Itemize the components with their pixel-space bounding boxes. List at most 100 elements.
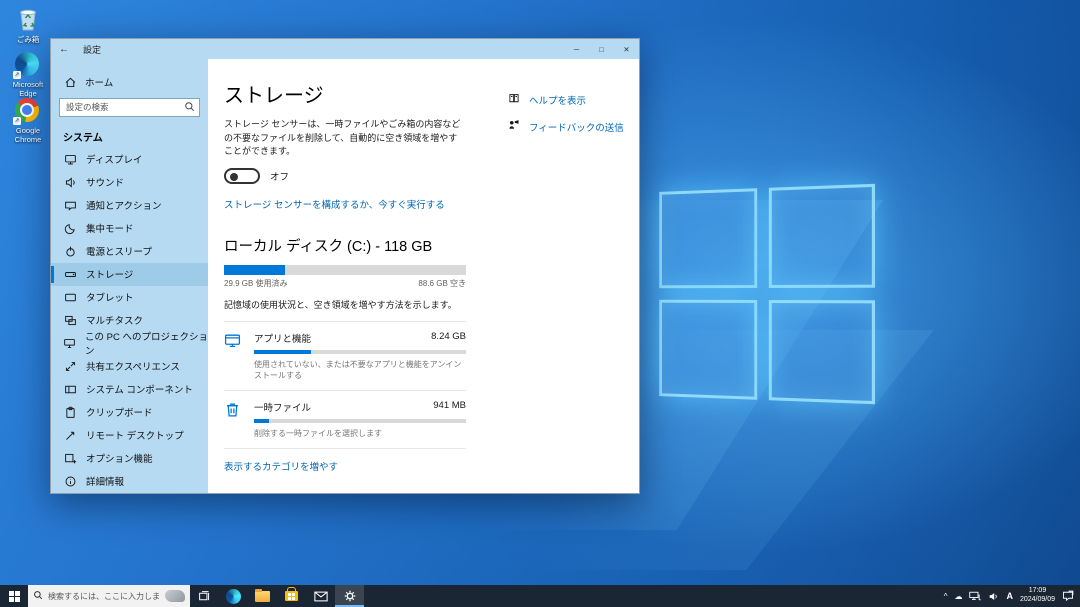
optional-features-icon	[63, 452, 77, 465]
sidebar-item-label: システム コンポーネント	[86, 382, 193, 396]
configure-storage-sense-link[interactable]: ストレージ センサーを構成するか、今すぐ実行する	[224, 197, 445, 211]
send-feedback-row[interactable]: フィードバックの送信	[508, 118, 639, 136]
sidebar-item-label: タブレット	[86, 290, 134, 304]
start-button[interactable]	[0, 585, 28, 607]
taskbar-search[interactable]	[28, 585, 190, 607]
sidebar-item-notifications[interactable]: 通知とアクション	[51, 194, 208, 217]
sidebar-item-power-sleep[interactable]: 電源とスリープ	[51, 240, 208, 263]
remote-desktop-icon	[63, 429, 77, 442]
shared-experiences-icon	[63, 360, 77, 373]
desktop-icon-recycle-bin[interactable]: ごみ箱	[4, 6, 52, 45]
category-usage-fill	[254, 419, 269, 423]
disk-usage-bar	[224, 265, 466, 275]
toggle-state-label: オフ	[270, 169, 289, 183]
sidebar-section-system: システム	[51, 119, 208, 148]
help-icon	[508, 91, 521, 109]
desktop-icon-chrome[interactable]: ↗ Google Chrome	[4, 98, 52, 144]
maximize-button[interactable]: □	[589, 39, 614, 59]
sidebar-item-focus-assist[interactable]: 集中モード	[51, 217, 208, 240]
sidebar-item-label: サウンド	[86, 175, 124, 189]
windows-logo-pane	[769, 300, 875, 404]
edge-icon	[226, 589, 241, 604]
windows-logo-pane	[659, 188, 757, 288]
category-size: 941 MB	[433, 400, 466, 414]
action-center-button[interactable]	[1062, 590, 1074, 602]
sidebar-item-storage[interactable]: ストレージ	[51, 263, 208, 286]
minimize-button[interactable]: ─	[564, 39, 589, 59]
file-explorer-icon	[255, 591, 270, 602]
category-label: アプリと機能	[254, 331, 311, 345]
desktop-icon-label: Google Chrome	[4, 126, 52, 144]
task-view-icon	[198, 590, 211, 603]
get-help-row[interactable]: ヘルプを表示	[508, 91, 639, 109]
taskbar: ^ ☁ A 17:09 2024/09/09	[0, 585, 1080, 607]
sidebar-item-label: 電源とスリープ	[86, 244, 152, 258]
apps-features-icon	[224, 331, 244, 381]
sidebar-item-system-components[interactable]: システム コンポーネント	[51, 378, 208, 401]
shortcut-arrow-icon: ↗	[13, 71, 21, 79]
sidebar-item-label: 詳細情報	[86, 474, 124, 488]
category-size: 8.24 GB	[431, 331, 466, 345]
temporary-files-icon	[224, 400, 244, 439]
sidebar-item-home[interactable]: ホーム	[51, 71, 208, 93]
sidebar-item-display[interactable]: ディスプレイ	[51, 148, 208, 171]
sidebar-item-label: ホーム	[85, 75, 113, 89]
notifications-icon	[63, 199, 77, 212]
sidebar-item-label: マルチタスク	[86, 313, 143, 327]
sidebar-item-optional-features[interactable]: オプション機能	[51, 447, 208, 470]
chrome-icon: ↗	[15, 98, 41, 124]
category-row-apps-features[interactable]: アプリと機能 8.24 GB 使用されていない、または不要なアプリと機能をアンイ…	[224, 321, 466, 390]
page-title: ストレージ	[224, 79, 466, 108]
sound-icon	[63, 176, 77, 189]
category-usage-fill	[254, 350, 311, 354]
clock-time: 17:09	[1020, 587, 1055, 596]
sidebar-item-about[interactable]: 詳細情報	[51, 470, 208, 493]
category-usage-bar	[254, 419, 466, 423]
taskbar-edge-button[interactable]	[219, 585, 248, 607]
mail-icon	[314, 591, 328, 602]
show-hidden-icons-button[interactable]: ^	[944, 592, 948, 601]
sidebar-item-label: ディスプレイ	[86, 152, 142, 166]
network-icon[interactable]	[969, 591, 981, 601]
settings-sidebar: ホーム システム ディスプレイ サウンド	[51, 59, 208, 493]
category-row-temporary-files[interactable]: 一時ファイル 941 MB 削除する一時ファイルを選択します	[224, 390, 466, 448]
taskbar-mail-button[interactable]	[306, 585, 335, 607]
sidebar-item-remote-desktop[interactable]: リモート デスクトップ	[51, 424, 208, 447]
recycle-bin-icon	[15, 6, 41, 32]
sidebar-item-tablet[interactable]: タブレット	[51, 286, 208, 309]
focus-assist-icon	[63, 222, 77, 235]
volume-icon[interactable]	[988, 591, 999, 602]
storage-sense-description: ストレージ センサーは、一時ファイルやごみ箱の内容などの不要なファイルを削除して…	[224, 118, 466, 159]
settings-search-input[interactable]	[59, 98, 200, 117]
get-help-link[interactable]: ヘルプを表示	[529, 93, 586, 107]
onedrive-cloud-icon[interactable]: ☁	[954, 592, 962, 601]
tablet-icon	[63, 291, 77, 304]
sidebar-item-label: この PC へのプロジェクション	[85, 329, 208, 357]
desktop-icon-edge[interactable]: ↗ Microsoft Edge	[4, 52, 52, 98]
taskbar-search-input[interactable]	[48, 592, 160, 601]
sidebar-item-projecting[interactable]: この PC へのプロジェクション	[51, 332, 208, 355]
edge-icon: ↗	[15, 52, 41, 78]
taskbar-settings-button[interactable]	[335, 585, 364, 607]
feedback-icon	[508, 118, 521, 136]
sidebar-item-label: ストレージ	[86, 267, 133, 281]
sidebar-item-sound[interactable]: サウンド	[51, 171, 208, 194]
sidebar-item-clipboard[interactable]: クリップボード	[51, 401, 208, 424]
taskbar-file-explorer-button[interactable]	[248, 585, 277, 607]
desktop-icon-label: Microsoft Edge	[4, 80, 52, 98]
ime-mode-indicator[interactable]: A	[1006, 591, 1013, 601]
close-button[interactable]: ✕	[614, 39, 639, 59]
send-feedback-link[interactable]: フィードバックの送信	[529, 120, 624, 134]
back-button[interactable]: ←	[51, 44, 77, 55]
storage-sense-toggle[interactable]	[224, 168, 260, 184]
help-panel: ヘルプを表示 フィードバックの送信	[508, 91, 639, 145]
settings-search	[59, 97, 200, 117]
windows-start-icon	[9, 591, 20, 602]
sidebar-item-shared-experiences[interactable]: 共有エクスペリエンス	[51, 355, 208, 378]
taskbar-store-button[interactable]	[277, 585, 306, 607]
task-view-button[interactable]	[190, 585, 219, 607]
show-more-categories-link[interactable]: 表示するカテゴリを増やす	[224, 459, 338, 473]
taskbar-clock[interactable]: 17:09 2024/09/09	[1020, 587, 1055, 605]
windows-logo-pane	[659, 300, 757, 400]
storage-icon	[63, 268, 77, 281]
